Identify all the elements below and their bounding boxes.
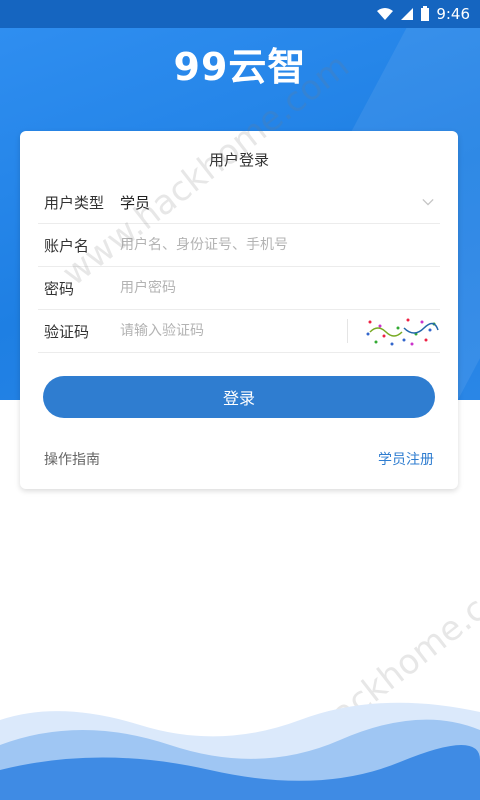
password-label: 密码 xyxy=(44,279,75,298)
account-input[interactable] xyxy=(120,237,440,253)
register-link[interactable]: 学员注册 xyxy=(378,449,434,469)
user-type-label: 用户类型 xyxy=(44,193,105,212)
captcha-input[interactable] xyxy=(120,323,347,339)
user-type-select[interactable]: 用户类型 学员 xyxy=(38,181,440,224)
status-time: 9:46 xyxy=(436,5,470,23)
account-row: 账户名 xyxy=(38,224,440,267)
captcha-label: 验证码 xyxy=(44,322,90,341)
login-card: 用户登录 用户类型 学员 账户名 密码 验证码 xyxy=(20,131,458,489)
captcha-divider xyxy=(347,319,348,343)
card-title: 用户登录 xyxy=(208,151,269,169)
password-row: 密码 xyxy=(38,267,440,310)
user-type-value: 学员 xyxy=(120,193,151,212)
app-logo: 99云智 xyxy=(173,45,307,89)
captcha-row: 验证码 xyxy=(38,310,440,353)
bottom-waves xyxy=(0,702,480,800)
password-input[interactable] xyxy=(120,280,440,296)
wifi-icon xyxy=(376,7,394,21)
signal-icon xyxy=(400,7,414,21)
captcha-image[interactable] xyxy=(364,314,440,348)
guide-link[interactable]: 操作指南 xyxy=(44,449,100,469)
status-bar: 9:46 xyxy=(0,0,480,28)
account-label: 账户名 xyxy=(44,236,90,255)
login-button[interactable]: 登录 xyxy=(43,376,435,418)
chevron-down-icon[interactable] xyxy=(422,196,434,208)
battery-icon xyxy=(420,6,430,22)
